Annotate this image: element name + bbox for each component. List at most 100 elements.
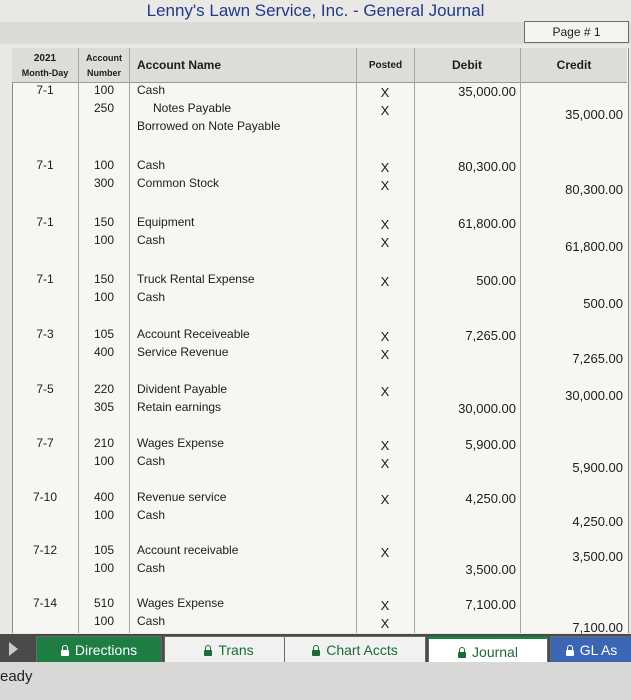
posted-mark[interactable]: X bbox=[375, 598, 395, 613]
posted-mark[interactable]: X bbox=[375, 384, 395, 399]
entry-date[interactable]: 7-7 bbox=[14, 436, 76, 450]
account-number[interactable]: 100 bbox=[80, 158, 128, 172]
account-name[interactable]: Retain earnings bbox=[137, 400, 221, 414]
sheet-tab-label: Journal bbox=[472, 644, 518, 660]
account-name[interactable]: Cash bbox=[137, 158, 165, 172]
credit-amount[interactable]: 35,000.00 bbox=[522, 107, 623, 122]
credit-amount[interactable]: 4,250.00 bbox=[522, 514, 623, 529]
header-number: Number bbox=[86, 68, 121, 78]
debit-amount[interactable]: 3,500.00 bbox=[416, 562, 516, 577]
account-name[interactable]: Notes Payable bbox=[153, 101, 231, 115]
credit-amount[interactable]: 7,100.00 bbox=[522, 620, 623, 635]
credit-amount[interactable]: 61,800.00 bbox=[522, 239, 623, 254]
account-number[interactable]: 100 bbox=[80, 454, 128, 468]
posted-mark[interactable]: X bbox=[375, 492, 395, 507]
posted-mark[interactable]: X bbox=[375, 347, 395, 362]
credit-amount[interactable]: 5,900.00 bbox=[522, 460, 623, 475]
debit-amount[interactable]: 35,000.00 bbox=[416, 84, 516, 99]
account-number[interactable]: 150 bbox=[80, 272, 128, 286]
account-number[interactable]: 100 bbox=[80, 614, 128, 628]
entry-date[interactable]: 7-12 bbox=[14, 543, 76, 557]
account-name[interactable]: Revenue service bbox=[137, 490, 226, 504]
col-divider bbox=[414, 48, 415, 633]
account-name[interactable]: Service Revenue bbox=[137, 345, 228, 359]
account-number[interactable]: 510 bbox=[80, 596, 128, 610]
debit-amount[interactable]: 4,250.00 bbox=[416, 491, 516, 506]
lock-icon bbox=[60, 645, 69, 656]
entry-date[interactable]: 7-1 bbox=[14, 215, 76, 229]
debit-amount[interactable]: 80,300.00 bbox=[416, 159, 516, 174]
posted-mark[interactable]: X bbox=[375, 85, 395, 100]
account-name[interactable]: Account Receiveable bbox=[137, 327, 250, 341]
scroll-left-icon[interactable] bbox=[9, 642, 18, 656]
col-divider bbox=[78, 48, 79, 633]
sheet-tab-gl-as[interactable]: GL As bbox=[550, 636, 631, 664]
debit-amount[interactable]: 5,900.00 bbox=[416, 437, 516, 452]
debit-amount[interactable]: 61,800.00 bbox=[416, 216, 516, 231]
account-name[interactable]: Account receivable bbox=[137, 543, 238, 557]
entry-date[interactable]: 7-1 bbox=[14, 158, 76, 172]
account-name[interactable]: Truck Rental Expense bbox=[137, 272, 255, 286]
col-divider bbox=[129, 48, 130, 633]
credit-amount[interactable]: 7,265.00 bbox=[522, 351, 623, 366]
entry-date[interactable]: 7-1 bbox=[14, 272, 76, 286]
account-name[interactable]: Cash bbox=[137, 290, 165, 304]
posted-mark[interactable]: X bbox=[375, 438, 395, 453]
account-number[interactable]: 210 bbox=[80, 436, 128, 450]
sheet-tab-trans[interactable]: Trans bbox=[164, 636, 294, 664]
account-number[interactable]: 150 bbox=[80, 215, 128, 229]
posted-mark[interactable]: X bbox=[375, 456, 395, 471]
entry-date[interactable]: 7-1 bbox=[14, 83, 76, 97]
account-number[interactable]: 105 bbox=[80, 543, 128, 557]
account-number[interactable]: 100 bbox=[80, 233, 128, 247]
posted-mark[interactable]: X bbox=[375, 160, 395, 175]
posted-mark[interactable]: X bbox=[375, 103, 395, 118]
account-number[interactable]: 105 bbox=[80, 327, 128, 341]
entry-date[interactable]: 7-5 bbox=[14, 382, 76, 396]
entry-date[interactable]: 7-10 bbox=[14, 490, 76, 504]
sheet-tab-chart-accts[interactable]: Chart Accts bbox=[284, 636, 426, 664]
credit-amount[interactable]: 30,000.00 bbox=[522, 388, 623, 403]
entry-date[interactable]: 7-3 bbox=[14, 327, 76, 341]
account-number[interactable]: 300 bbox=[80, 176, 128, 190]
posted-mark[interactable]: X bbox=[375, 217, 395, 232]
account-name[interactable]: Cash bbox=[137, 454, 165, 468]
account-name[interactable]: Equipment bbox=[137, 215, 194, 229]
account-number[interactable]: 100 bbox=[80, 83, 128, 97]
posted-mark[interactable]: X bbox=[375, 329, 395, 344]
account-number[interactable]: 100 bbox=[80, 290, 128, 304]
account-name[interactable]: Cash bbox=[137, 561, 165, 575]
debit-amount[interactable]: 7,265.00 bbox=[416, 328, 516, 343]
account-number[interactable]: 100 bbox=[80, 561, 128, 575]
lock-icon bbox=[565, 645, 574, 656]
account-name[interactable]: Cash bbox=[137, 508, 165, 522]
posted-mark[interactable]: X bbox=[375, 545, 395, 560]
posted-mark[interactable]: X bbox=[375, 274, 395, 289]
posted-mark[interactable]: X bbox=[375, 616, 395, 631]
account-number[interactable]: 400 bbox=[80, 490, 128, 504]
posted-mark[interactable]: X bbox=[375, 178, 395, 193]
account-number[interactable]: 250 bbox=[80, 101, 128, 115]
account-name[interactable]: Common Stock bbox=[137, 176, 219, 190]
account-name[interactable]: Divident Payable bbox=[137, 382, 227, 396]
debit-amount[interactable]: 500.00 bbox=[416, 273, 516, 288]
account-name[interactable]: Cash bbox=[137, 83, 165, 97]
account-number[interactable]: 220 bbox=[80, 382, 128, 396]
credit-amount[interactable]: 3,500.00 bbox=[522, 549, 623, 564]
account-name[interactable]: Borrowed on Note Payable bbox=[137, 119, 280, 133]
debit-amount[interactable]: 7,100.00 bbox=[416, 597, 516, 612]
page-number-box: Page # 1 bbox=[524, 21, 629, 43]
account-name[interactable]: Cash bbox=[137, 614, 165, 628]
entry-date[interactable]: 7-14 bbox=[14, 596, 76, 610]
account-number[interactable]: 400 bbox=[80, 345, 128, 359]
posted-mark[interactable]: X bbox=[375, 235, 395, 250]
credit-amount[interactable]: 80,300.00 bbox=[522, 182, 623, 197]
account-number[interactable]: 100 bbox=[80, 508, 128, 522]
account-name[interactable]: Cash bbox=[137, 233, 165, 247]
sheet-tab-directions[interactable]: Directions bbox=[36, 636, 162, 664]
account-name[interactable]: Wages Expense bbox=[137, 596, 224, 610]
account-name[interactable]: Wages Expense bbox=[137, 436, 224, 450]
credit-amount[interactable]: 500.00 bbox=[522, 296, 623, 311]
account-number[interactable]: 305 bbox=[80, 400, 128, 414]
debit-amount[interactable]: 30,000.00 bbox=[416, 401, 516, 416]
